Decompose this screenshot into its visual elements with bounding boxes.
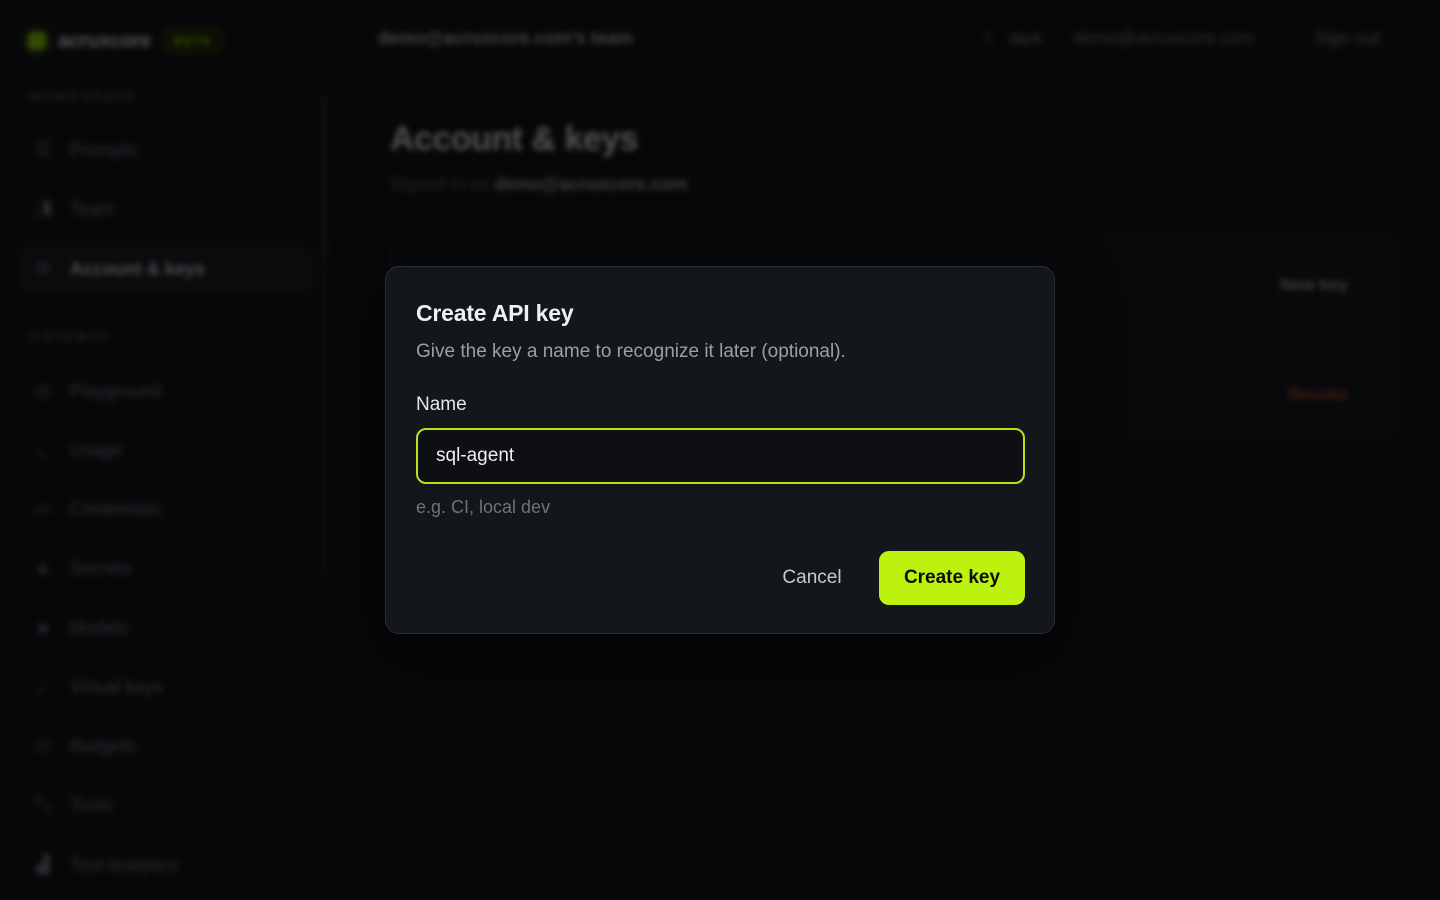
create-api-key-dialog: Create API key Give the key a name to re… [385,266,1055,634]
create-key-button[interactable]: Create key [879,551,1025,605]
cancel-button[interactable]: Cancel [764,551,860,605]
dialog-title: Create API key [416,300,574,326]
key-name-input[interactable] [416,428,1025,484]
name-field-label: Name [416,394,467,415]
name-field-hint: e.g. CI, local dev [416,497,551,517]
dialog-description: Give the key a name to recognize it late… [416,341,846,362]
